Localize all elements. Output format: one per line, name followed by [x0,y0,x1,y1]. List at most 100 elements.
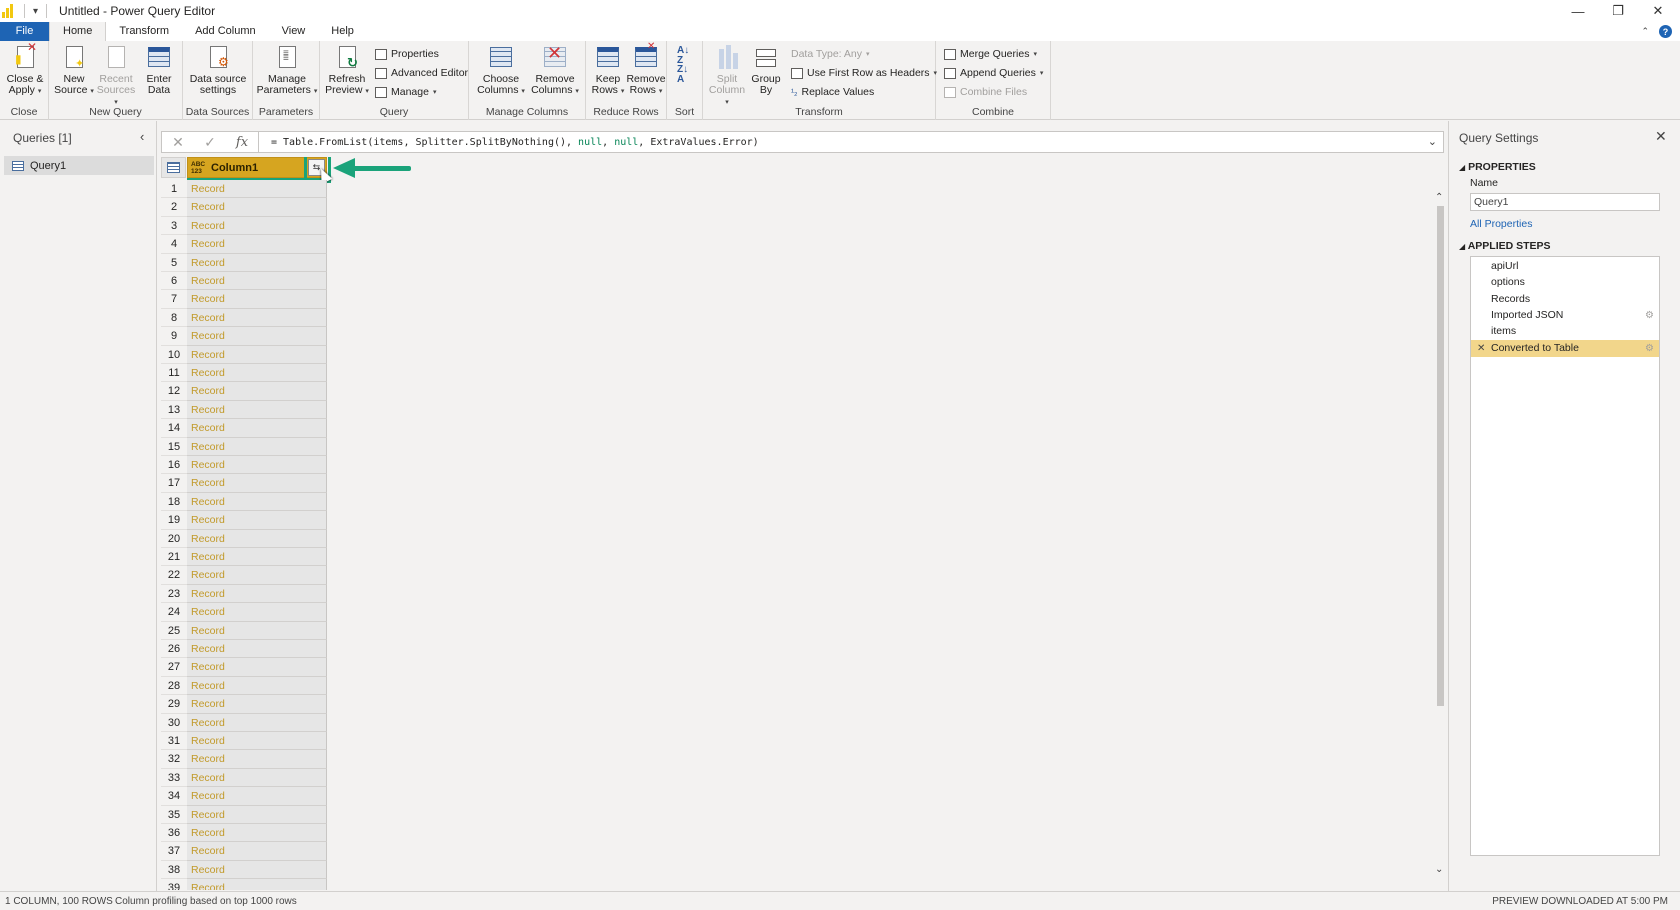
tab-help[interactable]: Help [318,22,367,41]
record-cell[interactable]: Record [187,768,327,788]
step-settings-gear-icon[interactable]: ⚙ [1645,307,1654,324]
delete-step-icon[interactable]: ✕ [1477,340,1485,357]
record-cell[interactable]: Record [187,272,327,291]
row-number[interactable]: 23 [161,585,187,604]
record-cell[interactable]: Record [187,824,327,843]
record-cell[interactable]: Record [187,879,327,890]
applied-step[interactable]: ✕ Converted to Table ⚙ [1471,339,1659,357]
manage-button[interactable]: Manage ▾ [375,86,436,98]
record-cell[interactable]: Record [187,860,327,880]
scroll-thumb[interactable] [1437,206,1444,706]
record-cell[interactable]: Record [187,603,327,622]
row-number[interactable]: 13 [161,401,187,420]
minimize-icon[interactable]: — [1558,0,1598,22]
quick-access-dropdown[interactable]: ▾ [33,6,38,17]
split-column-button[interactable]: Split Column ▾ [707,45,747,108]
replace-values-button[interactable]: ¹₂ Replace Values [791,86,874,98]
record-cell[interactable]: Record [187,400,327,420]
applied-step[interactable]: options [1471,274,1659,291]
row-number[interactable]: 16 [161,456,187,475]
record-cell[interactable]: Record [187,456,327,475]
enter-data-button[interactable]: Enter Data [139,45,179,96]
record-cell[interactable]: Record [187,364,327,383]
combine-files-button[interactable]: Combine Files [944,86,1027,98]
row-number[interactable]: 32 [161,750,187,769]
tab-transform[interactable]: Transform [106,22,182,41]
record-cell[interactable]: Record [187,216,327,236]
row-number[interactable]: 8 [161,309,187,328]
close-window-icon[interactable]: ✕ [1638,0,1678,22]
record-cell[interactable]: Record [187,290,327,309]
tab-home[interactable]: Home [49,22,107,41]
record-cell[interactable]: Record [187,235,327,254]
collapse-ribbon-icon[interactable]: ⌃ [1641,26,1649,37]
restore-icon[interactable]: ❐ [1598,0,1638,22]
vertical-scrollbar[interactable]: ⌃ ⌄ [1435,192,1444,875]
record-cell[interactable]: Record [187,437,327,456]
applied-step[interactable]: Imported JSON ⚙ [1471,307,1659,324]
record-cell[interactable]: Record [187,566,327,585]
sort-descending-icon[interactable]: Z↓ A [677,65,688,85]
advanced-editor-button[interactable]: Advanced Editor [375,67,468,79]
row-number[interactable]: 24 [161,603,187,622]
sort-ascending-icon[interactable]: A↓ Z [677,46,689,66]
record-cell[interactable]: Record [187,529,327,548]
applied-step[interactable]: Records [1471,291,1659,308]
applied-step[interactable]: apiUrl [1471,258,1659,275]
status-profiling[interactable]: Column profiling based on top 1000 rows [115,896,297,907]
scroll-up-icon[interactable]: ⌃ [1435,192,1443,203]
row-number[interactable]: 22 [161,566,187,585]
row-number[interactable]: 10 [161,346,187,364]
tab-file[interactable]: File [0,22,49,41]
record-cell[interactable]: Record [187,474,327,493]
record-cell[interactable]: Record [187,584,327,604]
recent-sources-button[interactable]: Recent Sources ▾ [94,45,138,108]
row-number[interactable]: 3 [161,217,187,236]
row-number[interactable]: 17 [161,474,187,493]
merge-queries-button[interactable]: Merge Queries ▾ [944,48,1037,60]
record-cell[interactable]: Record [187,676,327,696]
row-number[interactable]: 25 [161,622,187,640]
record-cell[interactable]: Record [187,492,327,512]
row-number[interactable]: 38 [161,861,187,880]
row-number[interactable]: 31 [161,732,187,751]
record-cell[interactable]: Record [187,198,327,217]
refresh-preview-button[interactable]: ↻ Refresh Preview ▾ [325,45,369,97]
record-cell[interactable]: Record [187,327,327,346]
record-cell[interactable]: Record [187,842,327,861]
remove-columns-button[interactable]: ✕ Remove Columns ▾ [529,44,581,97]
record-cell[interactable]: Record [187,695,327,714]
collapse-pane-icon[interactable]: ‹ [140,129,144,144]
properties-button[interactable]: Properties [375,48,439,60]
new-source-button[interactable]: ✦ New Source ▾ [53,45,95,97]
query-item[interactable]: Query1 [4,156,154,175]
formula-input[interactable]: = Table.FromList(items, Splitter.SplitBy… [271,137,759,148]
row-number[interactable]: 36 [161,824,187,843]
data-type-dropdown[interactable]: Data Type: Any ▾ [791,48,870,60]
row-number[interactable]: 33 [161,769,187,788]
record-cell[interactable]: Record [187,732,327,751]
tab-add-column[interactable]: Add Column [182,22,269,41]
applied-steps-section-title[interactable]: ◢ APPLIED STEPS [1459,240,1551,252]
row-number[interactable]: 21 [161,548,187,567]
row-number[interactable]: 27 [161,658,187,677]
row-number[interactable]: 35 [161,806,187,824]
row-number[interactable]: 30 [161,714,187,732]
fx-icon[interactable]: fx [226,135,258,150]
row-number[interactable]: 18 [161,493,187,512]
keep-rows-button[interactable]: Keep Rows ▾ [590,45,626,97]
commit-formula-icon[interactable]: ✓ [194,134,226,151]
row-number[interactable]: 20 [161,530,187,548]
record-cell[interactable]: Record [187,180,327,199]
data-source-settings-button[interactable]: ⚙ Data source settings [187,45,249,96]
close-settings-icon[interactable]: ✕ [1655,128,1667,145]
close-apply-button[interactable]: ✕ ▮ Close & Apply ▾ [4,41,46,97]
row-number[interactable]: 34 [161,787,187,806]
row-number[interactable]: 14 [161,419,187,438]
record-cell[interactable]: Record [187,253,327,272]
properties-section-title[interactable]: ◢ PROPERTIES [1459,161,1536,173]
expand-formula-icon[interactable]: ⌄ [1428,135,1437,148]
row-number[interactable]: 6 [161,272,187,291]
record-cell[interactable]: Record [187,548,327,567]
choose-columns-button[interactable]: Choose Columns ▾ [477,45,525,97]
